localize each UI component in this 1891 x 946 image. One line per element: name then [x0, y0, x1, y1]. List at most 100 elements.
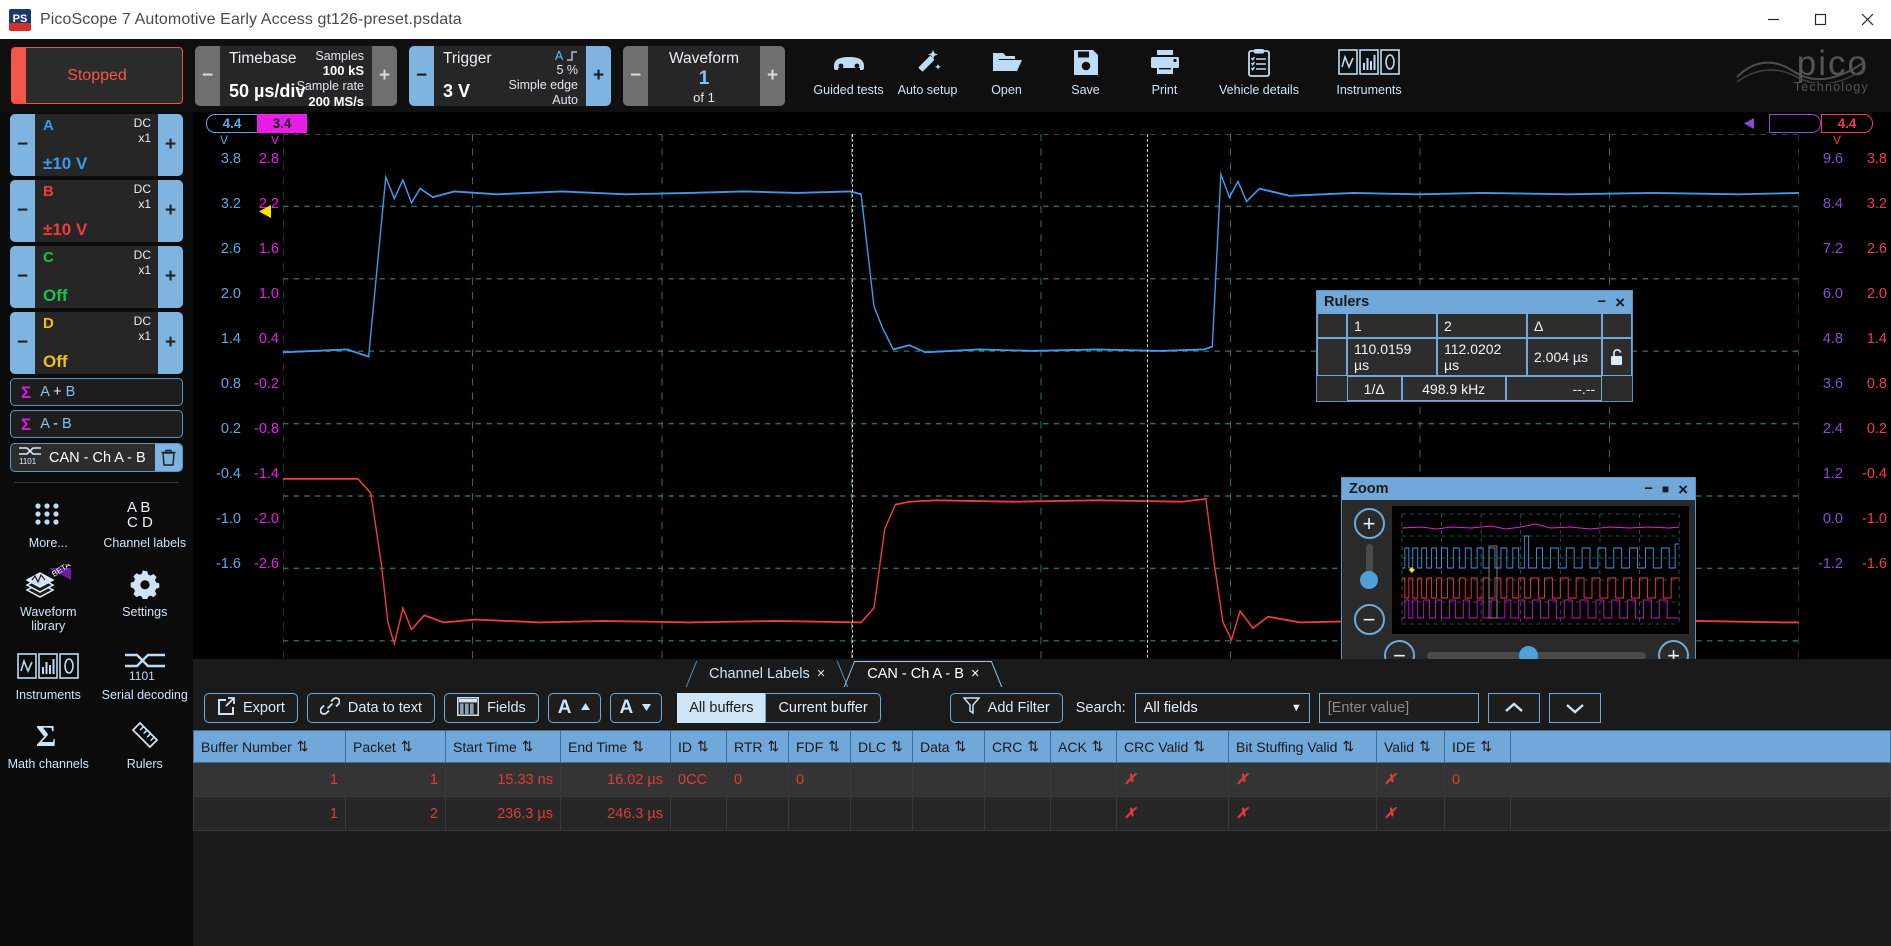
data-to-text-button[interactable]: Data to text: [306, 693, 436, 723]
more-button[interactable]: More...: [0, 489, 97, 554]
tab-channel-labels[interactable]: Channel Labels ×: [685, 661, 849, 687]
channel-c-decrease-button[interactable]: −: [10, 246, 35, 308]
instruments-button[interactable]: Instruments: [1314, 45, 1424, 97]
rulers-value-2: 112.0202 µs: [1437, 338, 1527, 376]
waveform-title: Waveform: [668, 49, 740, 67]
channel-a-decrease-button[interactable]: −: [10, 114, 35, 176]
column-header-data[interactable]: Data ⇅: [912, 730, 985, 763]
rulers-panel[interactable]: Rulers − × 1 2 Δ 110.0159 µs 112.0202 µs…: [1316, 290, 1633, 402]
search-field-select[interactable]: All fields ▼: [1134, 693, 1310, 723]
zoom-panel-close-icon[interactable]: ×: [1678, 481, 1688, 498]
channel-d-decrease-button[interactable]: −: [10, 312, 35, 374]
tab-can-ch-a-b[interactable]: CAN - Ch A - B ×: [843, 661, 1003, 687]
table-row[interactable]: 1 1 15.33 ns 16.02 µs 0CC 0 0 ✗ ✗ ✗ 0: [193, 762, 1891, 797]
column-header-bit-stuffing-valid[interactable]: Bit Stuffing Valid ⇅: [1228, 730, 1377, 763]
column-header-ack[interactable]: ACK ⇅: [1050, 730, 1117, 763]
guided-tests-label: Guided tests: [813, 83, 884, 97]
search-prev-button[interactable]: [1487, 693, 1540, 723]
timebase-decrease-button[interactable]: −: [195, 45, 220, 106]
channel-labels-button[interactable]: A BC D Channel labels: [97, 489, 194, 554]
math-channel-a-minus-b[interactable]: Σ A - B: [10, 410, 183, 438]
zoom-preview[interactable]: [1392, 506, 1689, 634]
column-header-rtr[interactable]: RTR ⇅: [726, 730, 789, 763]
channel-b-increase-button[interactable]: +: [158, 180, 183, 242]
channel-d-increase-button[interactable]: +: [158, 312, 183, 374]
column-header-start-time[interactable]: Start Time ⇅: [445, 730, 561, 763]
zoom-out-button[interactable]: −: [1353, 604, 1385, 635]
instruments-label: Instruments: [1336, 83, 1402, 97]
channel-d-row[interactable]: − D DC x1 Off +: [10, 312, 183, 374]
font-decrease-button[interactable]: A: [609, 693, 663, 723]
channel-a-increase-button[interactable]: +: [158, 114, 183, 176]
column-header-crc-valid[interactable]: CRC Valid ⇅: [1116, 730, 1229, 763]
channel-b-decrease-button[interactable]: −: [10, 180, 35, 242]
column-header-buffer-number[interactable]: Buffer Number ⇅: [193, 730, 346, 763]
channel-a-row[interactable]: − A DC x1 ±10 V +: [10, 114, 183, 176]
window-controls: [1750, 0, 1891, 39]
trigger-decrease-button[interactable]: −: [409, 45, 434, 106]
column-header-packet[interactable]: Packet ⇅: [345, 730, 446, 763]
maximize-icon[interactable]: [1797, 0, 1844, 39]
font-increase-button[interactable]: A: [547, 693, 601, 723]
cell-bit-stuffing-valid: ✗: [1228, 796, 1377, 831]
status-indicator[interactable]: Stopped: [11, 47, 183, 104]
search-next-button[interactable]: [1548, 693, 1601, 723]
close-icon[interactable]: [1844, 0, 1891, 39]
rulers-button[interactable]: Rulers: [97, 710, 194, 775]
waveform-decrease-button[interactable]: −: [623, 45, 648, 106]
math-channel-a-plus-b[interactable]: Σ A + B: [10, 378, 183, 406]
save-button[interactable]: Save: [1046, 45, 1125, 97]
channel-b-row[interactable]: − B DC x1 ±10 V +: [10, 180, 183, 242]
vehicle-details-button[interactable]: Vehicle details: [1204, 45, 1314, 97]
serial-decoding-button[interactable]: 1101 Serial decoding: [97, 641, 194, 706]
column-header-valid[interactable]: Valid ⇅: [1376, 730, 1445, 763]
waveform-body[interactable]: Waveform 1 of 1: [648, 45, 760, 106]
zoom-panel-maximize-icon[interactable]: ■: [1662, 483, 1669, 495]
serial-decoder-can-row[interactable]: 1101 CAN - Ch A - B: [10, 443, 183, 472]
export-button[interactable]: Export: [204, 693, 298, 723]
unlock-icon[interactable]: [1602, 338, 1632, 376]
trash-icon[interactable]: [155, 444, 182, 471]
rulers-panel-close-icon[interactable]: ×: [1615, 294, 1625, 311]
math-channels-button[interactable]: Σ Math channels: [0, 710, 97, 775]
channel-c-increase-button[interactable]: +: [158, 246, 183, 308]
zoom-panel-minimize-icon[interactable]: −: [1644, 482, 1652, 497]
column-header-ide[interactable]: IDE ⇅: [1444, 730, 1511, 763]
add-filter-label: Add Filter: [987, 700, 1050, 716]
current-buffer-button[interactable]: Current buffer: [765, 693, 881, 723]
timebase-increase-button[interactable]: +: [372, 45, 397, 106]
table-row[interactable]: 1 2 236.3 µs 246.3 µs ✗ ✗ ✗: [193, 796, 1891, 831]
trigger-marker-icon[interactable]: [257, 204, 272, 224]
column-header-dlc[interactable]: DLC ⇅: [850, 730, 913, 763]
zoom-vertical-slider-knob[interactable]: [1360, 571, 1378, 589]
rulers-panel-minimize-icon[interactable]: −: [1598, 295, 1606, 310]
search-input[interactable]: [Enter value]: [1318, 693, 1479, 723]
column-header-fdf[interactable]: FDF ⇅: [788, 730, 851, 763]
waveform-library-button[interactable]: BETA Waveform library: [0, 558, 97, 637]
timebase-body[interactable]: Timebase Samples 100 kS Sample rate 200 …: [220, 45, 372, 106]
channel-c-row[interactable]: − C DC x1 Off +: [10, 246, 183, 308]
tab-can-ch-a-b-close-icon[interactable]: ×: [971, 666, 979, 682]
open-button[interactable]: Open: [967, 45, 1046, 97]
add-filter-button[interactable]: Add Filter: [949, 693, 1063, 723]
column-header-end-time[interactable]: End Time ⇅: [560, 730, 671, 763]
zoom-in-button[interactable]: +: [1353, 508, 1385, 539]
auto-setup-button[interactable]: Auto setup: [888, 45, 967, 97]
fields-button[interactable]: Fields: [444, 693, 539, 723]
all-buffers-button[interactable]: All buffers: [677, 693, 766, 723]
tab-channel-labels-close-icon[interactable]: ×: [817, 666, 825, 682]
guided-tests-button[interactable]: Guided tests: [809, 45, 888, 97]
waveform-increase-button[interactable]: +: [760, 45, 785, 106]
zoom-vertical-slider[interactable]: [1360, 544, 1378, 589]
cell-buffer-number: 1: [193, 796, 346, 831]
column-header-crc[interactable]: CRC ⇅: [984, 730, 1051, 763]
trigger-body[interactable]: Trigger A 5 % Simple edge Auto 3 V: [434, 45, 586, 106]
instruments-tool-button[interactable]: Instruments: [0, 641, 97, 706]
print-button[interactable]: Print: [1125, 45, 1204, 97]
minimize-icon[interactable]: [1750, 0, 1797, 39]
trigger-increase-button[interactable]: +: [586, 45, 611, 106]
link-icon: [319, 697, 341, 719]
settings-button[interactable]: Settings: [97, 558, 194, 637]
rulers-table: 1 2 Δ 110.0159 µs 112.0202 µs 2.004 µs 1…: [1317, 313, 1633, 401]
column-header-id[interactable]: ID ⇅: [670, 730, 727, 763]
